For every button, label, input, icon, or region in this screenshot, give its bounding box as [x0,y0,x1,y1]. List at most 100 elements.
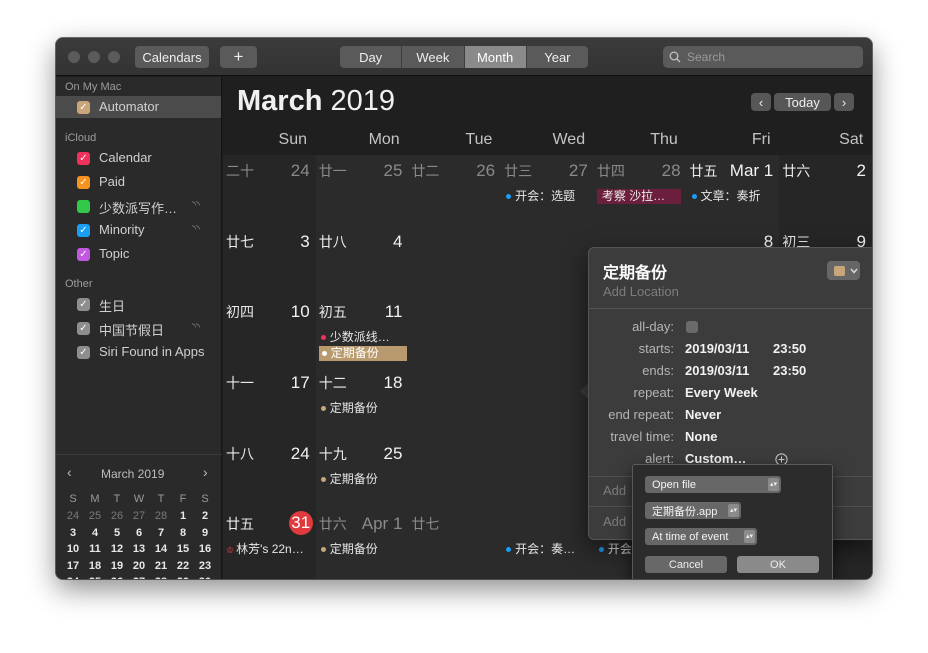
day-cell[interactable]: 廿六 Apr 1 定期备份 [315,508,410,579]
event-block[interactable]: 考察 沙拉… [596,189,681,204]
view-tab-year[interactable]: Year [527,46,588,68]
mini-day[interactable]: 27 [128,510,150,522]
day-cell[interactable] [408,225,503,298]
day-cell[interactable] [408,437,503,510]
alert-file-select[interactable]: 定期备份.app ▴▾ [645,502,741,519]
sidebar-item[interactable]: ✓ Minority ◝◝ [56,219,221,241]
sidebar-item[interactable]: ✓ Topic [56,243,221,265]
day-cell[interactable] [501,225,595,298]
event[interactable]: ♔ 林芳's 22n… [226,542,304,557]
ends-date[interactable]: 2019/03/11 [685,363,749,378]
allday-checkbox[interactable] [686,321,698,333]
mini-day[interactable]: 15 [172,543,194,555]
mini-day[interactable]: 16 [194,543,216,555]
event[interactable]: 开会：奏… [504,542,575,557]
event[interactable]: 少数派线… [319,330,390,345]
calendar-checkbox[interactable]: ✓ [77,298,90,311]
mini-day[interactable]: 22 [172,560,194,572]
mini-day[interactable]: 28 [150,510,172,522]
starts-date[interactable]: 2019/03/11 [685,341,749,356]
mini-day[interactable]: 23 [194,560,216,572]
mini-day[interactable]: 29 [172,576,194,579]
sidebar-item[interactable]: ✓ 中国节假日 ◝◝ [56,317,221,339]
event[interactable]: 定期备份 [319,542,378,557]
event[interactable]: 定期备份 [319,401,378,416]
cancel-button[interactable]: Cancel [645,556,727,573]
mini-day[interactable]: 12 [106,543,128,555]
view-tab-day[interactable]: Day [340,46,403,68]
add-notes[interactable]: Add [603,514,626,529]
mini-day[interactable]: 5 [106,527,128,539]
view-tab-month[interactable]: Month [464,46,527,68]
day-cell[interactable]: 廿六 2 [779,155,872,227]
calendars-button[interactable]: Calendars [135,46,209,68]
event[interactable]: 定期备份 [319,472,378,487]
calendar-color-picker[interactable] [827,261,860,280]
mini-day[interactable]: 17 [62,560,84,572]
day-cell[interactable] [501,437,595,510]
mini-day[interactable]: 27 [128,576,150,579]
ends-time[interactable]: 23:50 [773,363,806,378]
day-cell[interactable]: 十八 24 [223,437,317,510]
mini-day[interactable]: 21 [150,560,172,572]
calendar-checkbox[interactable]: ✓ [77,152,90,165]
mini-day[interactable]: 6 [128,527,150,539]
day-cell[interactable] [501,296,595,368]
next-month-button[interactable]: › [834,93,854,111]
alert-action-select[interactable]: Open file ▴▾ [645,476,781,493]
day-cell[interactable]: 二十 24 [223,155,317,227]
day-cell[interactable]: 开会：奏… [501,508,595,579]
mini-day[interactable]: 4 [84,527,106,539]
mini-day[interactable]: 13 [128,543,150,555]
selected-event[interactable]: 定期备份 [318,346,407,362]
mini-day[interactable]: 28 [150,576,172,579]
day-cell[interactable] [501,367,595,439]
mini-day[interactable]: 3 [62,527,84,539]
day-cell[interactable]: 廿七 [408,508,503,579]
search-input[interactable] [687,50,847,64]
close-button[interactable] [68,51,80,63]
calendar-checkbox[interactable]: ✓ [77,101,90,114]
add-invitees[interactable]: Add [603,483,626,498]
view-tab-week[interactable]: Week [402,46,465,68]
calendar-checkbox[interactable] [77,200,90,213]
day-cell[interactable] [408,296,503,368]
calendar-checkbox[interactable]: ✓ [77,322,90,335]
minimize-button[interactable] [88,51,100,63]
starts-time[interactable]: 23:50 [773,341,806,356]
sidebar-item[interactable]: 少数派写作… ◝◝ [56,195,221,217]
mini-day[interactable]: 18 [84,560,106,572]
day-cell[interactable]: 廿四 28 考察 沙拉… [593,155,688,227]
travel-value[interactable]: None [685,429,718,444]
sidebar-item[interactable]: ✓ Siri Found in Apps [56,341,221,363]
calendar-checkbox[interactable]: ✓ [77,346,90,359]
calendar-checkbox[interactable]: ✓ [77,224,90,237]
mini-day[interactable]: 2 [194,510,216,522]
day-cell[interactable]: 廿二 26 [408,155,503,227]
sidebar-item[interactable]: ✓ Automator [56,96,221,118]
day-cell[interactable]: 初五 11 少数派线… 定期备份 [315,296,410,368]
mini-day[interactable]: 11 [84,543,106,555]
mini-day[interactable]: 8 [172,527,194,539]
calendar-checkbox[interactable]: ✓ [77,248,90,261]
location-field[interactable]: Add Location [603,284,679,299]
alert-timing-select[interactable]: At time of event ▴▾ [645,528,757,545]
day-cell[interactable]: 廿五 31 ♔ 林芳's 22n… [223,508,317,579]
mini-next-button[interactable]: › [203,464,208,480]
mini-day[interactable]: 25 [84,576,106,579]
mini-prev-button[interactable]: ‹ [67,464,72,480]
event[interactable]: 文章：奏折 [690,189,761,204]
day-cell[interactable]: 廿七 3 [223,225,317,298]
mini-day[interactable]: 10 [62,543,84,555]
mini-day[interactable]: 24 [62,576,84,579]
mini-day[interactable]: 30 [194,576,216,579]
ok-button[interactable]: OK [737,556,819,573]
sidebar-item[interactable]: ✓ Calendar [56,147,221,169]
mini-day[interactable]: 7 [150,527,172,539]
day-cell[interactable] [408,367,503,439]
day-cell[interactable]: 十一 17 [223,367,317,439]
mini-day[interactable]: 26 [106,576,128,579]
today-button[interactable]: Today [774,93,831,111]
day-cell[interactable]: 廿八 4 [315,225,410,298]
mini-day[interactable]: 14 [150,543,172,555]
